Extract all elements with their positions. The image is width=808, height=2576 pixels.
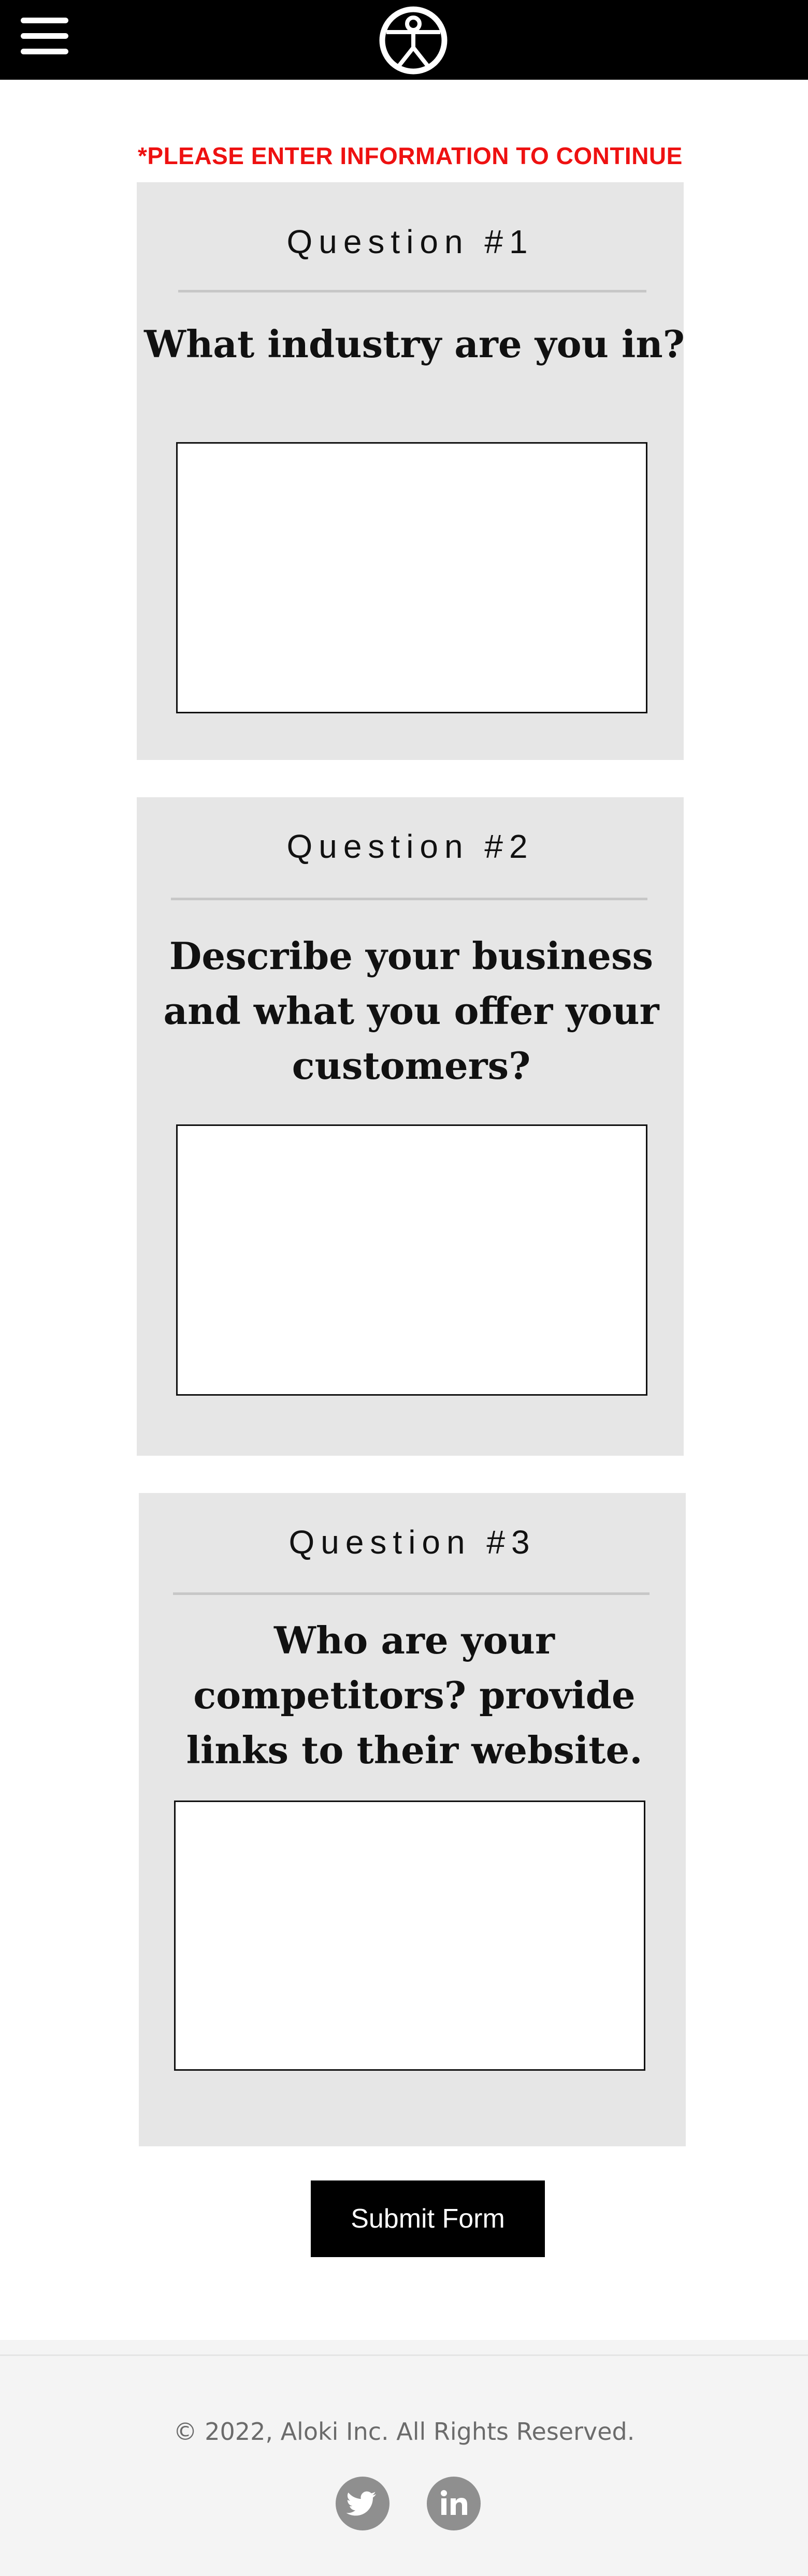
question-number-3: Question #3 xyxy=(288,1524,536,1561)
question-card-3: Question #3 Who are your competitors? pr… xyxy=(139,1493,686,2146)
question-number-2: Question #2 xyxy=(286,828,534,865)
linkedin-icon[interactable] xyxy=(427,2477,481,2530)
answer-field-3[interactable] xyxy=(174,1801,645,2071)
answer-field-1[interactable] xyxy=(176,442,647,713)
question-text-1: What industry are you in? xyxy=(144,322,685,366)
answer-field-2[interactable] xyxy=(176,1124,647,1396)
submit-form-button[interactable]: Submit Form xyxy=(311,2180,545,2257)
question-divider-1 xyxy=(178,290,646,292)
twitter-icon[interactable] xyxy=(336,2477,389,2530)
site-footer: © 2022, Aloki Inc. All Rights Reserved. xyxy=(0,2340,808,2576)
question-divider-3 xyxy=(173,1592,650,1595)
question-card-1: Question #1 What industry are you in? xyxy=(137,182,685,760)
copyright-text: © 2022, Aloki Inc. All Rights Reserved. xyxy=(173,2418,635,2446)
question-text-2: Describe your business and what you offe… xyxy=(163,934,659,1088)
footer-divider xyxy=(0,2354,808,2356)
person-in-circle-logo-icon[interactable] xyxy=(377,4,450,77)
site-header xyxy=(0,0,808,80)
question-text-3: Who are your competitors? provide links … xyxy=(186,1618,643,1772)
question-card-2: Question #2 Describe your business and w… xyxy=(137,797,684,1456)
required-info-notice: *PLEASE ENTER INFORMATION TO CONTINUE xyxy=(138,142,683,169)
question-number-1: Question #1 xyxy=(286,223,534,260)
hamburger-menu-icon[interactable] xyxy=(21,18,68,55)
question-divider-2 xyxy=(171,898,647,900)
